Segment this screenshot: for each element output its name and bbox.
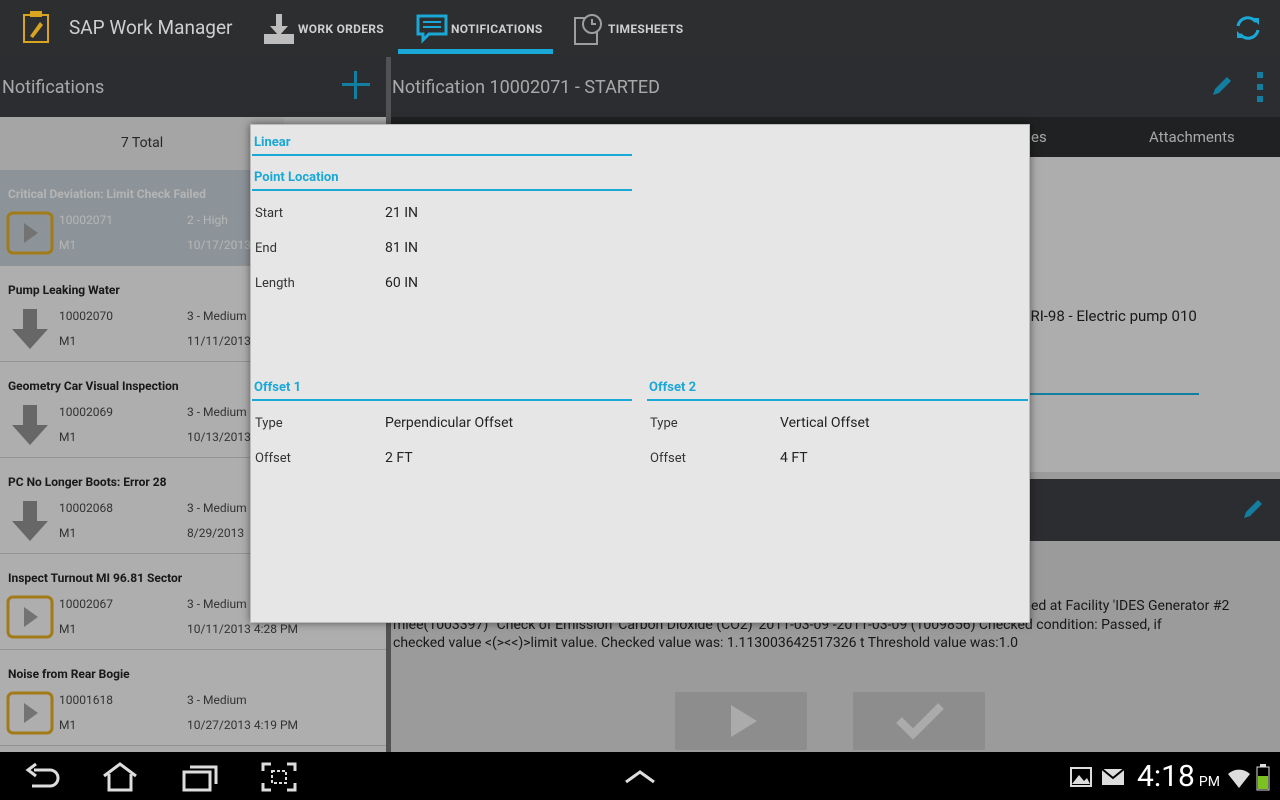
offset2-type-value: Vertical Offset: [780, 415, 870, 431]
home-icon[interactable]: [102, 762, 138, 792]
start-label: Start: [255, 206, 284, 221]
screenshot-icon[interactable]: [261, 762, 297, 792]
status-clock: 4:18 PM: [1137, 759, 1220, 794]
wifi-icon: [1228, 769, 1250, 788]
system-navigation-bar: 4:18 PM: [0, 752, 1280, 800]
download-icon: [264, 13, 294, 44]
timesheet-clock-icon: [574, 13, 602, 45]
offset1-type-value: Perpendicular Offset: [385, 415, 514, 431]
offset1-type-label: Type: [255, 416, 283, 431]
back-icon[interactable]: [24, 762, 60, 792]
section-offset-1: Offset 1: [252, 380, 632, 401]
section-linear: Linear: [252, 135, 632, 156]
refresh-icon[interactable]: [1234, 14, 1262, 42]
end-label: End: [255, 241, 277, 256]
length-label: Length: [255, 276, 295, 291]
tab-work-orders-label: WORK ORDERS: [298, 21, 384, 36]
gallery-notification-icon: [1070, 767, 1092, 787]
length-value: 60 IN: [385, 275, 419, 291]
tab-selected-indicator: [398, 49, 553, 54]
clock-ampm: PM: [1198, 774, 1220, 790]
tab-work-orders[interactable]: WORK ORDERS: [262, 0, 384, 57]
action-bar: SAP Work Manager WORK ORDERS NOTIFICATIO…: [0, 0, 1280, 57]
section-offset-2: Offset 2: [647, 380, 1028, 401]
offset1-offset-label: Offset: [255, 451, 291, 466]
offset2-offset-value: 4 FT: [780, 450, 808, 466]
tab-timesheets[interactable]: TIMESHEETS: [572, 0, 683, 57]
recent-apps-icon[interactable]: [182, 762, 218, 792]
mail-notification-icon: [1101, 768, 1125, 785]
chevron-up-icon[interactable]: [622, 762, 658, 792]
app-logo-icon: [23, 11, 49, 43]
battery-icon: [1256, 764, 1270, 791]
section-point-location: Point Location: [252, 170, 632, 191]
tab-timesheets-label: TIMESHEETS: [608, 21, 684, 36]
chat-bubble-icon: [416, 14, 448, 44]
end-value: 81 IN: [385, 240, 419, 256]
offset2-offset-label: Offset: [650, 451, 686, 466]
clock-time: 4:18: [1137, 759, 1195, 794]
tab-notifications[interactable]: NOTIFICATIONS: [398, 0, 553, 57]
app-title: SAP Work Manager: [69, 16, 233, 39]
offset1-offset-value: 2 FT: [385, 450, 413, 466]
start-value: 21 IN: [385, 205, 419, 221]
linear-data-dialog: Linear Point Location Start 21 IN End 81…: [250, 124, 1030, 623]
tab-notifications-label: NOTIFICATIONS: [451, 21, 543, 36]
offset2-type-label: Type: [650, 416, 678, 431]
